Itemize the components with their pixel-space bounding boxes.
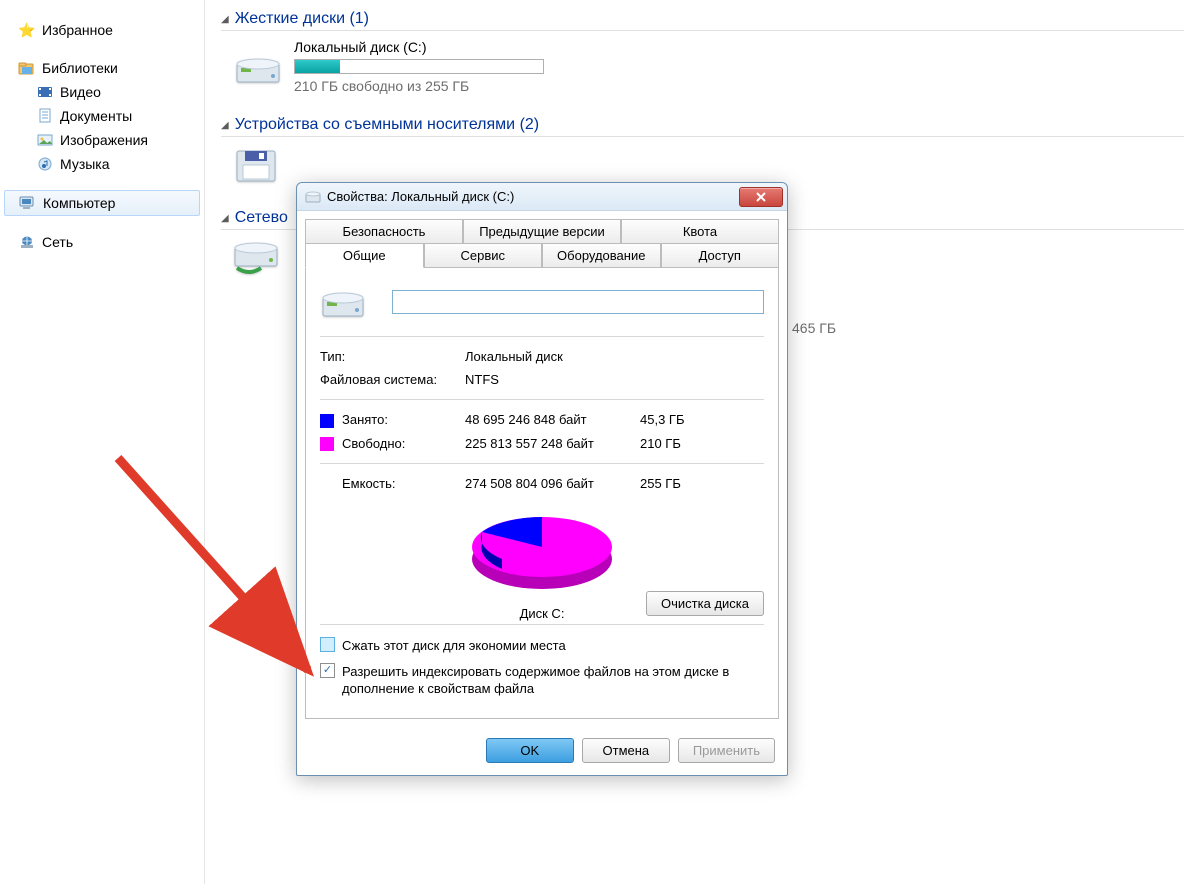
nav-network[interactable]: Сеть [0,230,204,254]
documents-icon [36,107,54,125]
nav-computer[interactable]: Компьютер [4,190,200,216]
section-hdd-header[interactable]: ◢ Жесткие диски (1) [221,10,1184,31]
free-swatch [320,437,334,451]
nav-sidebar: ⭐ Избранное Библиотеки Видео Документы [0,0,205,884]
drive-c-card[interactable]: Локальный диск (C:) 210 ГБ свободно из 2… [221,31,601,102]
floppy-icon [231,145,283,187]
nav-label: Изображения [60,132,148,148]
filesystem-value: NTFS [465,372,640,387]
nav-label: Музыка [60,156,110,172]
tab-quota[interactable]: Квота [621,219,779,243]
used-swatch [320,414,334,428]
type-label: Тип: [320,349,465,364]
drive-icon [231,44,286,89]
nav-label: Компьютер [43,195,115,211]
used-gb: 45,3 ГБ [640,412,710,428]
capacity-label: Емкость: [320,476,465,491]
close-button[interactable] [739,187,783,207]
nav-documents[interactable]: Документы [0,104,204,128]
compress-label: Сжать этот диск для экономии места [342,637,566,655]
drive-icon [305,190,321,204]
computer-icon [19,194,37,212]
partial-drive-free-text: 465 ГБ [792,320,836,336]
nav-videos[interactable]: Видео [0,80,204,104]
nav-label: Библиотеки [42,60,118,76]
ok-button[interactable]: OK [486,738,574,763]
section-title: Жесткие диски (1) [235,10,369,28]
tab-panel-general: Тип: Локальный диск Файловая система: NT… [305,267,779,719]
dialog-titlebar[interactable]: Свойства: Локальный диск (C:) [297,183,787,211]
close-icon [756,192,766,202]
section-title: Устройства со съемными носителями (2) [235,116,539,134]
dialog-actions: OK Отмена Применить [297,728,787,775]
nav-label: Сеть [42,234,73,250]
star-icon: ⭐ [18,21,36,39]
drive-icon [320,282,368,322]
nav-label: Видео [60,84,101,100]
images-icon [36,131,54,149]
properties-dialog: Свойства: Локальный диск (C:) Безопаснос… [296,182,788,776]
tab-strip: Безопасность Предыдущие версии Квота Общ… [297,211,787,268]
section-removable-header[interactable]: ◢ Устройства со съемными носителями (2) [221,116,1184,137]
capacity-gb: 255 ГБ [640,476,710,491]
separator [320,624,764,625]
tab-tools[interactable]: Сервис [424,243,543,268]
index-checkbox[interactable]: ✓ [320,663,335,678]
nav-libraries[interactable]: Библиотеки [0,56,204,80]
drive-name: Локальный диск (C:) [294,39,591,55]
drive-usage-bar [294,59,544,74]
apply-button[interactable]: Применить [678,738,775,763]
compress-checkbox[interactable] [320,637,335,652]
capacity-bytes: 274 508 804 096 байт [465,476,640,491]
libraries-icon [18,59,36,77]
drive-usage-fill [295,60,340,73]
tab-security[interactable]: Безопасность [305,219,463,243]
free-label: Свободно: [320,436,465,452]
network-icon [18,233,36,251]
index-label: Разрешить индексировать содержимое файло… [342,663,764,698]
caret-down-icon: ◢ [221,120,229,131]
usage-pie-chart [457,497,627,597]
tab-sharing[interactable]: Доступ [661,243,780,268]
used-bytes: 48 695 246 848 байт [465,412,640,428]
tab-general[interactable]: Общие [305,243,424,268]
tab-hardware[interactable]: Оборудование [542,243,661,268]
type-value: Локальный диск [465,349,640,364]
music-icon [36,155,54,173]
nav-label: Избранное [42,22,113,38]
drive-free-text: 210 ГБ свободно из 255 ГБ [294,78,591,94]
nav-music[interactable]: Музыка [0,152,204,176]
dialog-title: Свойства: Локальный диск (C:) [327,189,733,204]
free-gb: 210 ГБ [640,436,710,452]
network-drive-icon [231,238,283,280]
separator [320,336,764,337]
free-bytes: 225 813 557 248 байт [465,436,640,452]
used-label: Занято: [320,412,465,428]
cancel-button[interactable]: Отмена [582,738,670,763]
section-title: Сетево [235,209,288,227]
volume-label-input[interactable] [392,290,764,314]
caret-down-icon: ◢ [221,213,229,224]
disk-cleanup-button[interactable]: Очистка диска [646,591,764,616]
video-icon [36,83,54,101]
nav-pictures[interactable]: Изображения [0,128,204,152]
nav-favorites[interactable]: ⭐ Избранное [0,18,204,42]
separator [320,463,764,464]
tab-previous-versions[interactable]: Предыдущие версии [463,219,621,243]
nav-label: Документы [60,108,132,124]
filesystem-label: Файловая система: [320,372,465,387]
caret-down-icon: ◢ [221,14,229,25]
separator [320,399,764,400]
